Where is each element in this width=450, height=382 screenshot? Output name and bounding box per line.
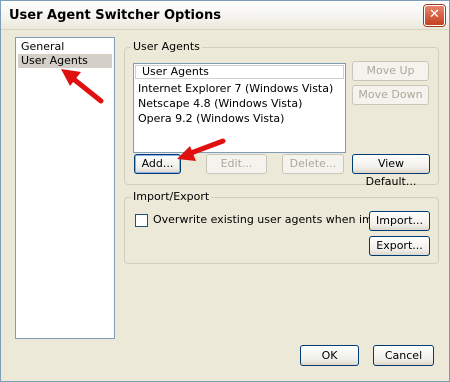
move-down-button[interactable]: Move Down (352, 85, 429, 105)
title-bar: User Agent Switcher Options ✕ (1, 1, 449, 30)
import-button[interactable]: Import... (369, 211, 430, 231)
nav-item-general[interactable]: General (18, 40, 112, 54)
category-list: General User Agents (15, 37, 115, 339)
dialog-window: User Agent Switcher Options ✕ General Us… (0, 0, 450, 382)
ok-button[interactable]: OK (300, 345, 359, 366)
window-title: User Agent Switcher Options (9, 8, 221, 23)
user-agent-list-header: User Agents (135, 65, 344, 79)
nav-item-user-agents[interactable]: User Agents (18, 54, 112, 68)
user-agents-group-label: User Agents (131, 40, 202, 53)
close-icon[interactable]: ✕ (424, 5, 445, 26)
delete-button[interactable]: Delete... (282, 154, 344, 174)
user-agent-list[interactable]: User Agents Internet Explorer 7 (Windows… (133, 63, 346, 153)
move-up-button[interactable]: Move Up (352, 61, 429, 81)
edit-button[interactable]: Edit... (206, 154, 267, 174)
view-default-button[interactable]: View Default... (352, 154, 430, 188)
user-agent-item-netscape[interactable]: Netscape 4.8 (Windows Vista) (138, 97, 302, 111)
cancel-button[interactable]: Cancel (373, 345, 434, 366)
user-agents-group: User Agents User Agents Internet Explore… (124, 40, 439, 188)
user-agent-item-ie7[interactable]: Internet Explorer 7 (Windows Vista) (138, 82, 333, 96)
overwrite-checkbox[interactable] (135, 214, 148, 227)
export-button[interactable]: Export... (369, 236, 430, 256)
import-export-group-label: Import/Export (131, 190, 212, 203)
add-button[interactable]: Add... (134, 154, 181, 174)
import-export-group: Import/Export Overwrite existing user ag… (124, 190, 439, 264)
user-agent-item-opera[interactable]: Opera 9.2 (Windows Vista) (138, 112, 284, 126)
